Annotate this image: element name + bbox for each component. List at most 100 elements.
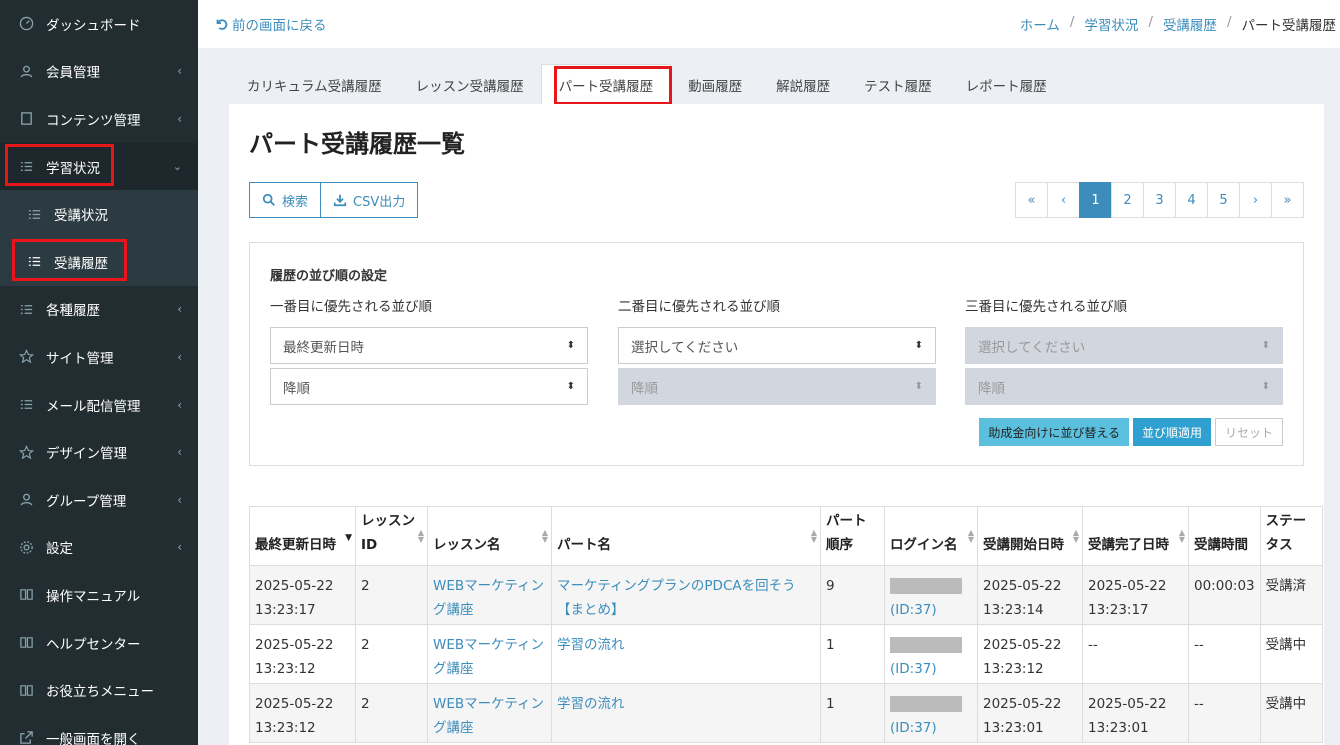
page-first[interactable]: « [1015, 182, 1048, 218]
sort-label-2: 二番目に優先される並び順 [618, 299, 780, 315]
part-link[interactable]: マーケティングプランのPDCAを回そう【まとめ】 [557, 578, 796, 618]
book-icon [18, 635, 34, 651]
sidebar-item-label: 会員管理 [46, 65, 100, 82]
header-part-name[interactable]: パート名 ▲ ▼ [551, 506, 821, 566]
sidebar-item-help[interactable]: ヘルプセンター [0, 619, 198, 667]
sidebar-item-mail[interactable]: メール配信管理 ‹ [0, 381, 198, 429]
chevron-left-icon: ‹ [177, 349, 182, 364]
lesson-link[interactable]: WEBマーケティング講座 [433, 578, 544, 618]
page-1[interactable]: 1 [1079, 182, 1112, 218]
select-arrows-icon: ⬍ [914, 340, 923, 351]
users-icon [18, 63, 34, 79]
sidebar-item-site-management[interactable]: サイト管理 ‹ [0, 333, 198, 381]
sidebar-item-label: 各種履歴 [46, 303, 100, 320]
page-3[interactable]: 3 [1143, 182, 1176, 218]
sidebar-item-dashboard[interactable]: ダッシュボード [0, 0, 198, 48]
breadcrumb-attendance-history[interactable]: 受講履歴 [1163, 14, 1217, 34]
header-lesson-id[interactable]: レッスンID ▲ ▼ [355, 506, 428, 566]
sort-order-select-1[interactable]: 降順 ⬍ [270, 368, 588, 405]
sort-label-3: 三番目に優先される並び順 [965, 299, 1127, 315]
sort-icon: ▲ ▼ [1072, 528, 1079, 544]
sort-icon: ▲ ▼ [810, 528, 817, 544]
chevron-left-icon: ‹ [177, 111, 182, 126]
sort-field-select-3: 選択してください ⬍ [965, 327, 1283, 364]
page-2[interactable]: 2 [1111, 182, 1144, 218]
breadcrumb-home[interactable]: ホーム [1020, 14, 1060, 34]
sidebar-item-label: デザイン管理 [46, 446, 127, 463]
select-arrows-icon: ⬍ [914, 381, 923, 392]
book-icon [18, 587, 34, 603]
header-start[interactable]: 受講開始日時 ▲ ▼ [977, 506, 1083, 566]
breadcrumb-learning-status[interactable]: 学習状況 [1084, 14, 1138, 34]
login-link[interactable]: (ID:37) [890, 661, 937, 677]
header-lesson-name[interactable]: レッスン名 ▲ ▼ [427, 506, 552, 566]
tab-explanation-history[interactable]: 解説履歴 [759, 64, 847, 105]
page-last[interactable]: » [1271, 182, 1304, 218]
undo-icon [216, 19, 228, 30]
select-arrows-icon: ⬍ [1261, 340, 1270, 351]
page-prev[interactable]: ‹ [1047, 182, 1080, 218]
sidebar: ダッシュボード 会員管理 ‹ コンテンツ管理 ‹ 学習状況 ⌄ 受講状況 受講履… [0, 0, 198, 745]
page-5[interactable]: 5 [1207, 182, 1240, 218]
breadcrumb: ホーム / 学習状況 / 受講履歴 / パート受講履歴 [1019, 14, 1336, 34]
topbar: 前の画面に戻る ホーム / 学習状況 / 受講履歴 / パート受講履歴 [198, 0, 1340, 48]
content-card: パート受講履歴一覧 検索 CSV出力 « ‹ 1 2 3 4 5 › » 履歴の… [229, 104, 1324, 745]
header-updated[interactable]: 最終更新日時 ▼ [249, 506, 356, 566]
tab-report-history[interactable]: レポート履歴 [949, 64, 1064, 105]
chevron-left-icon: ‹ [177, 492, 182, 507]
back-link[interactable]: 前の画面に戻る [214, 14, 327, 34]
header-status[interactable]: ステータス [1259, 506, 1323, 566]
sidebar-item-settings[interactable]: 設定 ‹ [0, 524, 198, 572]
sort-field-select-1[interactable]: 最終更新日時 ⬍ [270, 327, 588, 364]
table-row: 2025-05-22 13:23:12 2 WEBマーケティング講座 学習の流れ… [249, 624, 1323, 684]
dashboard-icon [18, 16, 34, 32]
page-4[interactable]: 4 [1175, 182, 1208, 218]
redacted-login [890, 637, 962, 653]
sidebar-item-useful-menu[interactable]: お役立ちメニュー [0, 666, 198, 714]
sidebar-item-contents[interactable]: コンテンツ管理 ‹ [0, 95, 198, 143]
back-link-label: 前の画面に戻る [232, 18, 327, 34]
part-link[interactable]: 学習の流れ [557, 637, 625, 653]
sidebar-item-label: サイト管理 [46, 350, 114, 367]
redacted-login [890, 578, 962, 594]
sidebar-item-various-history[interactable]: 各種履歴 ‹ [0, 286, 198, 334]
sidebar-item-manual[interactable]: 操作マニュアル [0, 571, 198, 619]
sidebar-item-design[interactable]: デザイン管理 ‹ [0, 428, 198, 476]
gear-icon [18, 539, 34, 555]
tab-video-history[interactable]: 動画履歴 [671, 64, 759, 105]
header-part-order[interactable]: パート順序 [820, 506, 885, 566]
table-header-row: 最終更新日時 ▼ レッスンID ▲ ▼ レッスン名 ▲ ▼ パート名 ▲ ▼ パート順序 ログ… [249, 506, 1323, 566]
sidebar-item-members[interactable]: 会員管理 ‹ [0, 48, 198, 96]
tab-part-history[interactable]: パート受講履歴 [540, 64, 672, 105]
sidebar-item-attendance-status[interactable]: 受講状況 [0, 190, 198, 238]
search-button[interactable]: 検索 [249, 182, 322, 218]
page-next[interactable]: › [1239, 182, 1272, 218]
tab-test-history[interactable]: テスト履歴 [847, 64, 949, 105]
search-icon [262, 193, 275, 206]
sidebar-item-attendance-history[interactable]: 受講履歴 [0, 237, 198, 286]
lesson-link[interactable]: WEBマーケティング講座 [433, 696, 544, 736]
lesson-link[interactable]: WEBマーケティング講座 [433, 637, 544, 677]
sidebar-item-label: メール配信管理 [46, 398, 141, 415]
tab-curriculum-history[interactable]: カリキュラム受講履歴 [230, 64, 399, 105]
login-link[interactable]: (ID:37) [890, 720, 937, 736]
sidebar-item-learning-status[interactable]: 学習状況 ⌄ [0, 142, 198, 191]
select-arrows-icon: ⬍ [566, 340, 575, 351]
apply-sort-button[interactable]: 並び順適用 [1132, 418, 1211, 446]
sidebar-item-open-general[interactable]: 一般画面を開く [0, 714, 198, 745]
header-login-name[interactable]: ログイン名 ▲ ▼ [884, 506, 978, 566]
login-link[interactable]: (ID:37) [890, 602, 937, 618]
sidebar-item-label: ダッシュボード [46, 17, 141, 34]
book-icon [18, 682, 34, 698]
list-icon [18, 159, 34, 175]
sort-field-select-2[interactable]: 選択してください ⬍ [618, 327, 936, 364]
tab-lesson-history[interactable]: レッスン受講履歴 [399, 64, 541, 105]
header-end[interactable]: 受講完了日時 ▲ ▼ [1082, 506, 1189, 566]
part-link[interactable]: 学習の流れ [557, 696, 625, 712]
chevron-left-icon: ‹ [177, 445, 182, 460]
subsidy-sort-button[interactable]: 助成金向けに並び替える [979, 418, 1129, 446]
sidebar-item-groups[interactable]: グループ管理 ‹ [0, 476, 198, 524]
csv-export-button[interactable]: CSV出力 [321, 182, 419, 218]
header-duration[interactable]: 受講時間 [1188, 506, 1261, 566]
sort-desc-icon: ▼ [345, 533, 352, 543]
